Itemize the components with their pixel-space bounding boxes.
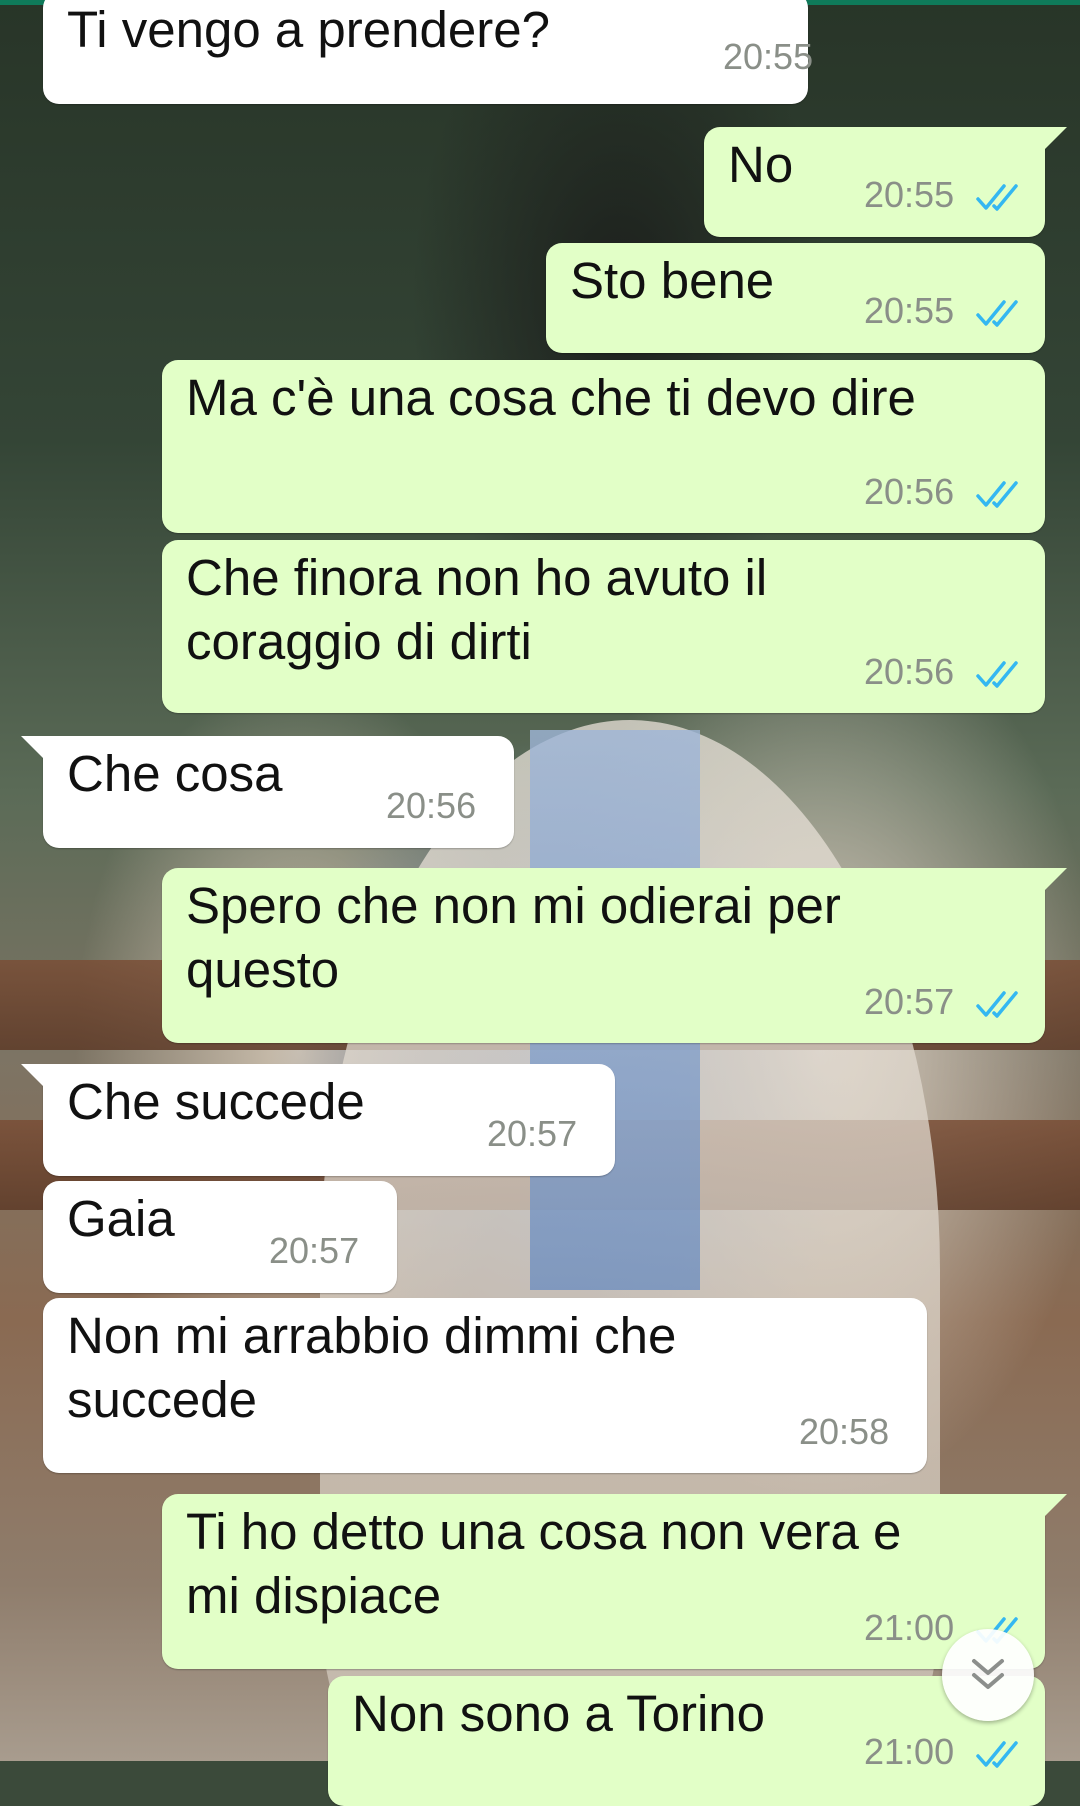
message-text: Che finora non ho avuto il coraggio di d… [186,549,768,670]
scroll-to-bottom-button[interactable] [942,1629,1034,1721]
message-text: Che cosa [67,745,283,802]
message-timestamp: 20:55 [864,174,955,215]
outgoing-message[interactable]: Che finora non ho avuto il coraggio di d… [162,540,1045,713]
double-check-icon [976,184,1018,211]
double-check-icon [976,991,1018,1018]
message-text: Gaia [67,1190,175,1247]
incoming-message[interactable]: Non mi arrabbio dimmi che succede 20:58 [43,1298,927,1473]
message-timestamp: 20:57 [487,1113,578,1154]
message-timestamp: 20:55 [864,290,955,331]
message-text: Sto bene [570,252,775,309]
message-timestamp: 20:55 [723,36,814,77]
incoming-message[interactable]: Che cosa 20:56 [21,736,514,848]
message-timestamp: 20:57 [864,981,955,1022]
message-text: No [728,136,794,193]
double-check-icon [976,300,1018,327]
bubble-tail [1039,127,1067,155]
incoming-message[interactable]: Che succede 20:57 [21,1064,615,1176]
message-text: Ma c'è una cosa che ti devo dire [186,369,916,426]
outgoing-message[interactable]: No 20:55 [704,127,1067,237]
message-timestamp: 20:56 [864,651,955,692]
message-timestamp: 20:56 [864,471,955,512]
outgoing-message[interactable]: Sto bene 20:55 [546,243,1045,353]
message-timestamp: 20:58 [799,1411,890,1452]
bubble-tail [1039,1494,1067,1522]
message-text: Che succede [67,1073,365,1130]
message-text: Ti vengo a prendere? [67,1,550,58]
outgoing-message[interactable]: Ti ho detto una cosa non vera e mi dispi… [162,1494,1067,1669]
message-timestamp: 20:56 [386,785,477,826]
message-text: Non sono a Torino [352,1685,766,1742]
message-text: Non mi arrabbio dimmi che succede [67,1307,677,1428]
message-timestamp: 21:00 [864,1607,955,1648]
incoming-message[interactable]: Ti vengo a prendere? 20:55 [43,0,813,104]
bubble-tail [1039,868,1067,896]
double-check-icon [976,661,1018,688]
message-text: Ti ho detto una cosa non vera e mi dispi… [186,1503,902,1624]
double-check-icon [976,1741,1018,1768]
message-timestamp: 20:57 [269,1230,360,1271]
outgoing-message[interactable]: Spero che non mi odierai per questo 20:57 [162,868,1067,1043]
outgoing-message[interactable]: Ma c'è una cosa che ti devo dire 20:56 [162,360,1045,533]
bubble-tail [21,1064,49,1092]
double-check-icon [976,481,1018,508]
chevron-double-down-icon [972,1659,1004,1689]
bubble-tail [21,736,49,764]
message-text: Spero che non mi odierai per questo [186,877,841,998]
incoming-message[interactable]: Gaia 20:57 [43,1181,397,1293]
outgoing-message[interactable]: Non sono a Torino 21:00 [328,1676,1045,1806]
message-timestamp: 21:00 [864,1731,955,1772]
